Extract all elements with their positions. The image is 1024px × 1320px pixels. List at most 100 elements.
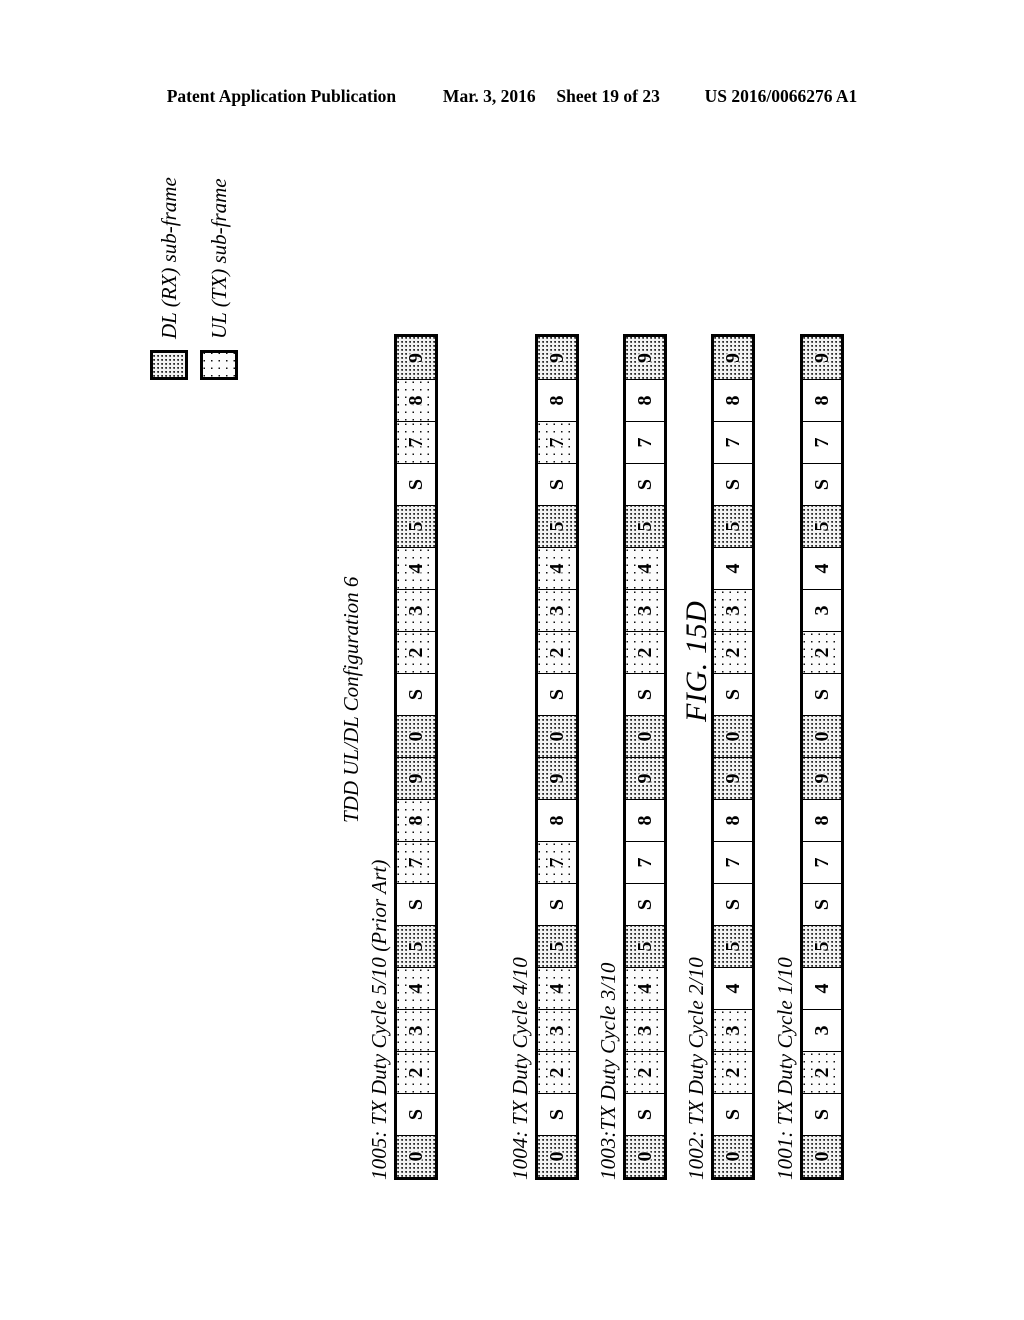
subframe-cell-label: 8 [721,815,744,826]
subframe-cell-1004-7-ul: 7 [538,841,576,883]
subframe-cell-1003-12-ul: 2 [626,631,664,673]
subframe-cell-label: 7 [633,857,656,868]
subframe-cell-1004-19-dl: 9 [538,337,576,379]
subframe-cell-label: 8 [633,815,656,826]
subframe-cell-label: 7 [545,437,568,448]
subframe-cell-1002-7: 7 [714,841,752,883]
subframe-cell-label: 8 [404,395,427,406]
subframe-cell-label: 3 [404,1025,427,1036]
subframe-cell-label: 5 [545,941,568,952]
subframe-cell-1001-15-dl: 5 [803,505,841,547]
subframe-cell-1002-3-ul: 3 [714,1009,752,1051]
subframe-cell-label: 5 [810,941,833,952]
subframe-cell-1003-3-ul: 3 [626,1009,664,1051]
subframe-cell-label: S [545,688,568,701]
subframe-cell-1001-17: 7 [803,421,841,463]
subframe-cell-label: 8 [633,395,656,406]
subframe-cell-label: S [404,688,427,701]
legend-label-ul: UL (TX) sub-frame [206,178,231,339]
subframe-cell-1005-10-dl: 0 [397,715,435,757]
subframe-cell-label: 3 [633,605,656,616]
subframe-cell-1002-0-dl: 0 [714,1135,752,1177]
subframe-cell-1002-18: 8 [714,379,752,421]
subframe-cell-label: S [721,1108,744,1121]
subframe-cell-1001-4: 4 [803,967,841,1009]
subframe-cell-1001-6: S [803,883,841,925]
row-label-1002: 1002: TX Duty Cycle 2/10 [684,957,708,1180]
subframe-cell-1004-5-dl: 5 [538,925,576,967]
subframe-cell-1004-3-ul: 3 [538,1009,576,1051]
subframe-cell-label: S [545,1108,568,1121]
subframe-cell-1001-3: 3 [803,1009,841,1051]
subframe-cell-1003-13-ul: 3 [626,589,664,631]
subframe-cell-1002-13-ul: 3 [714,589,752,631]
subframe-cell-1005-15-dl: 5 [397,505,435,547]
subframe-cell-1005-4-ul: 4 [397,967,435,1009]
subframe-cell-1002-1: S [714,1093,752,1135]
subframe-cell-1005-13-ul: 3 [397,589,435,631]
subframe-cell-1001-18: 8 [803,379,841,421]
subframe-cell-label: 2 [633,1067,656,1078]
subframe-cell-label: 4 [633,983,656,994]
subframe-cell-1005-7-ul: 7 [397,841,435,883]
subframe-cell-1005-16: S [397,463,435,505]
tdd-configuration-caption: TDD UL/DL Configuration 6 [339,576,363,823]
subframe-bar-1002: 0 S 2 3 4 5 S 7 8 9 0 S 2 3 4 5 S 7 8 9 [711,334,755,1180]
subframe-cell-label: 2 [404,1067,427,1078]
subframe-cell-label: 0 [810,731,833,742]
subframe-cell-1005-6: S [397,883,435,925]
subframe-cell-label: 4 [721,563,744,574]
subframe-cell-1004-1: S [538,1093,576,1135]
subframe-cell-1003-11: S [626,673,664,715]
subframe-cell-label: 8 [545,815,568,826]
subframe-cell-label: 9 [810,353,833,363]
subframe-cell-1005-12-ul: 2 [397,631,435,673]
subframe-cell-label: 9 [545,773,568,784]
subframe-cell-label: 4 [545,563,568,574]
figure-stage: 1001: TX Duty Cycle 1/10 0 S 2 3 4 5 S 7 8 9 0 S 2 3 4 5… [0,0,1024,1320]
subframe-cell-label: 7 [721,437,744,448]
subframe-cell-label: 9 [721,353,744,363]
subframe-cell-1003-5-dl: 5 [626,925,664,967]
subframe-cell-label: 3 [545,605,568,616]
subframe-cell-1002-6: S [714,883,752,925]
subframe-cell-label: S [545,478,568,491]
subframe-cell-1001-11: S [803,673,841,715]
subframe-cell-1002-10-dl: 0 [714,715,752,757]
subframe-cell-1001-1: S [803,1093,841,1135]
subframe-cell-1003-4-ul: 4 [626,967,664,1009]
row-label-1004: 1004: TX Duty Cycle 4/10 [508,957,532,1180]
subframe-cell-1005-1: S [397,1093,435,1135]
figure-rotated-canvas: 1001: TX Duty Cycle 1/10 0 S 2 3 4 5 S 7 8 9 0 S 2 3 4 5… [0,0,1024,1320]
subframe-cell-1001-19-dl: 9 [803,337,841,379]
subframe-cell-label: 0 [404,1151,427,1162]
subframe-cell-1002-4: 4 [714,967,752,1009]
subframe-bar-1001: 0 S 2 3 4 5 S 7 8 9 0 S 2 3 4 5 S 7 8 9 [800,334,844,1180]
subframe-cell-label: 2 [810,1067,833,1078]
subframe-cell-label: 8 [545,395,568,406]
subframe-cell-label: 0 [633,1151,656,1162]
subframe-cell-1005-8-ul: 8 [397,799,435,841]
subframe-cell-1001-10-dl: 0 [803,715,841,757]
subframe-cell-1003-19-dl: 9 [626,337,664,379]
subframe-cell-label: 5 [545,521,568,532]
subframe-cell-1001-13: 3 [803,589,841,631]
subframe-cell-1004-14-ul: 4 [538,547,576,589]
subframe-cell-1004-2-ul: 2 [538,1051,576,1093]
subframe-cell-label: S [810,478,833,491]
subframe-cell-1005-14-ul: 4 [397,547,435,589]
subframe-cell-label: 8 [810,395,833,406]
subframe-cell-label: 7 [545,857,568,868]
subframe-cell-label: 2 [545,1067,568,1078]
subframe-cell-1002-9-dl: 9 [714,757,752,799]
subframe-cell-label: 3 [810,1025,833,1036]
subframe-cell-label: 4 [810,983,833,994]
subframe-cell-1003-18: 8 [626,379,664,421]
subframe-cell-label: S [810,1108,833,1121]
subframe-cell-label: 2 [721,1067,744,1078]
subframe-bar-1005: 0 S 2 3 4 5 S 7 8 9 0 S 2 3 4 5 S 7 8 9 [394,334,438,1180]
subframe-cell-label: 5 [633,521,656,532]
subframe-cell-label: 2 [721,647,744,658]
subframe-cell-label: 3 [721,605,744,616]
subframe-cell-label: 7 [404,437,427,448]
